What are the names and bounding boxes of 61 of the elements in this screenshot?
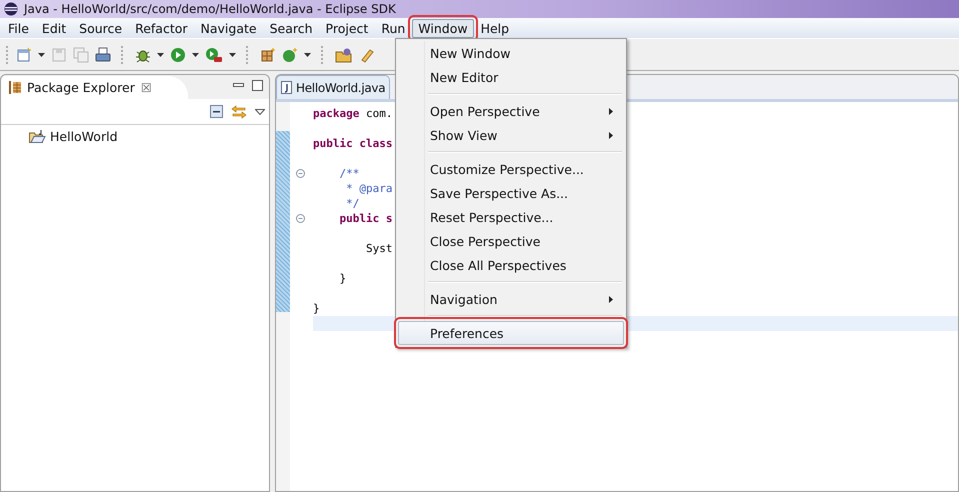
submenu-arrow-icon bbox=[609, 132, 613, 138]
dropdown-icon[interactable] bbox=[229, 52, 236, 56]
view-menu-icon[interactable] bbox=[255, 108, 265, 114]
code-line: /** bbox=[338, 166, 360, 181]
window-title: Java - HelloWorld/src/com/demo/HelloWorld.java - Eclipse SDK bbox=[24, 2, 396, 16]
menu-item[interactable]: New Editor bbox=[398, 65, 624, 89]
run-icon[interactable] bbox=[170, 46, 186, 62]
package-icon bbox=[9, 81, 21, 94]
close-button[interactable]: ☒ bbox=[140, 80, 152, 94]
editor-tab[interactable]: HelloWorld.java bbox=[276, 75, 390, 99]
code-line: public class bbox=[313, 136, 392, 151]
submenu-arrow-icon bbox=[609, 296, 613, 302]
open-folder-icon[interactable] bbox=[335, 46, 353, 62]
menu-item[interactable]: Project bbox=[320, 18, 374, 38]
minimize-icon[interactable] bbox=[233, 83, 244, 88]
menu-item[interactable]: Edit bbox=[36, 18, 72, 38]
link-arrows-icon[interactable] bbox=[231, 104, 247, 118]
java-file-icon bbox=[281, 81, 292, 94]
new-package-icon[interactable] bbox=[260, 46, 276, 62]
menu-item[interactable]: Navigate bbox=[194, 18, 263, 38]
menu-item[interactable]: Customize Perspective... bbox=[398, 157, 624, 181]
run-tool-icon[interactable] bbox=[205, 46, 223, 62]
menu-item[interactable]: Help bbox=[474, 18, 516, 38]
eclipse-logo-icon bbox=[4, 2, 18, 16]
dropdown-icon[interactable] bbox=[38, 52, 45, 56]
new-file-icon[interactable] bbox=[16, 46, 32, 62]
menu-item[interactable]: Run bbox=[375, 18, 412, 38]
menu-item[interactable]: Search bbox=[264, 18, 319, 38]
code-line: } bbox=[338, 271, 346, 286]
code-line: } bbox=[313, 301, 320, 316]
code-line: * @para bbox=[345, 181, 392, 196]
submenu-arrow-icon bbox=[609, 108, 613, 114]
menu-item[interactable]: File bbox=[2, 18, 35, 38]
menu-item[interactable]: Save Perspective As... bbox=[398, 181, 624, 205]
pencil-icon[interactable] bbox=[359, 46, 375, 62]
menu-item[interactable]: Refactor bbox=[129, 18, 194, 38]
maximize-icon[interactable] bbox=[252, 80, 263, 91]
menu-item[interactable]: Close Perspective bbox=[398, 229, 624, 253]
code-line: Syst bbox=[364, 241, 392, 256]
view-tab[interactable]: Package Explorer ☒ bbox=[1, 76, 188, 99]
menu-item[interactable]: Close All Perspectives bbox=[398, 253, 624, 277]
dropdown-icon[interactable] bbox=[157, 52, 164, 56]
menu-item[interactable]: Open Perspective bbox=[398, 99, 624, 123]
fold-icon[interactable] bbox=[296, 169, 305, 178]
collapse-all-icon[interactable] bbox=[210, 105, 223, 118]
menu-item[interactable]: Show View bbox=[398, 123, 624, 147]
menu-item[interactable]: New Window bbox=[398, 41, 624, 65]
fold-icon[interactable] bbox=[296, 214, 305, 223]
menu-item[interactable]: Navigation bbox=[398, 287, 624, 311]
code-line: */ bbox=[345, 196, 360, 211]
dropdown-icon[interactable] bbox=[304, 52, 311, 56]
project-folder-icon bbox=[29, 130, 46, 142]
menu-item[interactable]: Reset Perspective... bbox=[398, 205, 624, 229]
menu-item[interactable]: Source bbox=[73, 18, 128, 38]
code-line: package com. bbox=[313, 106, 392, 121]
print-icon[interactable] bbox=[95, 46, 111, 62]
dropdown-icon[interactable] bbox=[192, 52, 199, 56]
new-class-icon[interactable] bbox=[282, 46, 298, 62]
tree-item[interactable]: HelloWorld bbox=[29, 128, 269, 144]
view-title: Package Explorer bbox=[27, 80, 135, 95]
code-line: public s bbox=[338, 211, 392, 226]
